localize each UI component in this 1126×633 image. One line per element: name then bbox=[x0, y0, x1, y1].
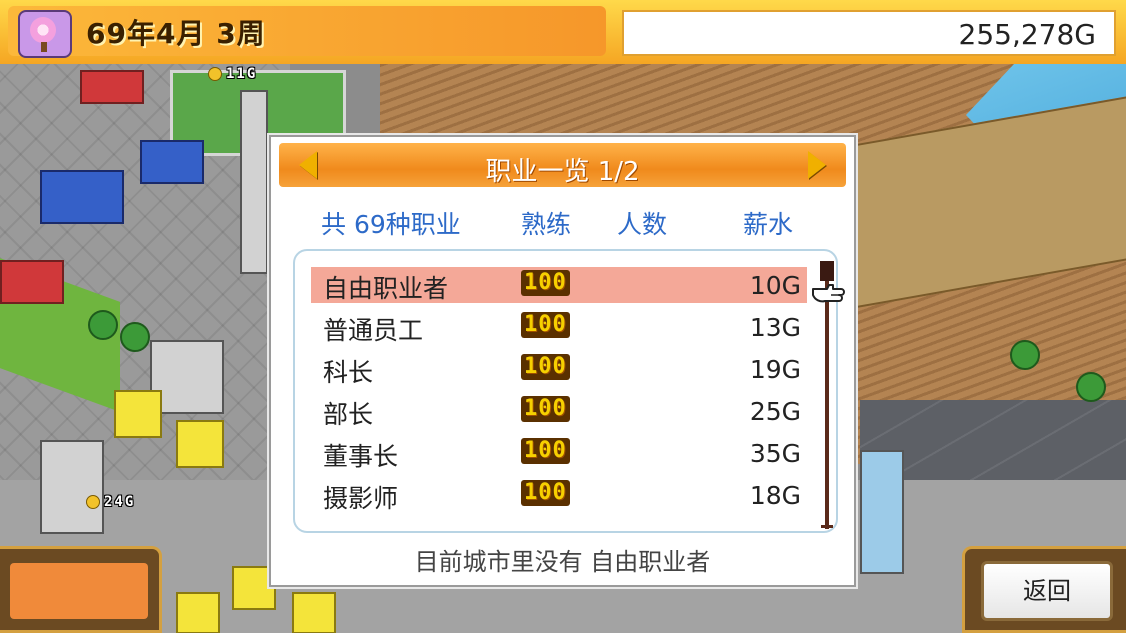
header-jobs-total: 共 69种职业 bbox=[321, 210, 461, 239]
date-panel: 69年4月 3周 bbox=[8, 6, 606, 58]
salary-value: 18G bbox=[749, 481, 801, 510]
salary-value: 13G bbox=[749, 313, 801, 342]
salary-value: 10G bbox=[749, 271, 801, 300]
tree bbox=[88, 310, 118, 340]
job-row[interactable]: 部长 100 25G bbox=[311, 393, 807, 429]
job-list[interactable]: 自由职业者 100 10G 普通员工 100 13G 科长 100 19G 部长… bbox=[293, 249, 845, 533]
tree bbox=[1076, 372, 1106, 402]
skill-value: 100 bbox=[521, 354, 570, 380]
coin-icon bbox=[208, 67, 222, 81]
game-date: 69年4月 3周 bbox=[86, 17, 266, 50]
glass-tower[interactable] bbox=[860, 450, 904, 574]
office-building[interactable] bbox=[40, 440, 104, 534]
tower-building[interactable] bbox=[240, 90, 268, 274]
scrollbar-end bbox=[821, 525, 833, 528]
job-name: 科长 bbox=[323, 358, 374, 387]
job-row[interactable]: 普通员工 100 13G bbox=[311, 309, 807, 345]
column-headers: 共 69种职业 熟练 人数 薪水 bbox=[271, 201, 858, 241]
coin-income-label: 24G bbox=[86, 494, 135, 510]
money-panel: 255,278G bbox=[622, 10, 1116, 56]
back-button[interactable]: 返回 bbox=[981, 561, 1113, 621]
job-name: 董事长 bbox=[323, 442, 399, 471]
cherry-blossom-icon bbox=[18, 10, 72, 58]
red-roof-house[interactable] bbox=[0, 260, 64, 304]
header-count: 人数 bbox=[617, 210, 668, 239]
skill-value: 100 bbox=[521, 480, 570, 506]
blue-roof-building[interactable] bbox=[140, 140, 204, 184]
blue-roof-building[interactable] bbox=[40, 170, 124, 224]
salary-value: 25G bbox=[749, 397, 801, 426]
back-button-frame: 返回 bbox=[962, 546, 1126, 633]
job-row-selected[interactable]: 自由职业者 100 10G bbox=[311, 267, 807, 303]
coin-income-value: 24G bbox=[104, 494, 136, 510]
scrollbar-thumb[interactable] bbox=[820, 261, 834, 281]
coin-icon bbox=[86, 495, 100, 509]
salary-value: 19G bbox=[749, 355, 801, 384]
job-row[interactable]: 科长 100 19G bbox=[311, 351, 807, 387]
tree bbox=[120, 322, 150, 352]
skill-value: 100 bbox=[521, 270, 570, 296]
job-list-dialog: 职业一览 1/2 共 69种职业 熟练 人数 薪水 自由职业者 100 10G … bbox=[269, 135, 856, 587]
skill-value: 100 bbox=[521, 438, 570, 464]
status-message: 目前城市里没有 自由职业者 bbox=[414, 548, 711, 576]
salary-value: 35G bbox=[749, 439, 801, 468]
top-bar: 69年4月 3周 255,278G bbox=[0, 0, 1126, 64]
skill-value: 100 bbox=[521, 312, 570, 338]
skill-value: 100 bbox=[521, 396, 570, 422]
header-salary: 薪水 bbox=[743, 210, 794, 239]
coin-income-label: 11G bbox=[208, 66, 257, 82]
info-box-panel bbox=[10, 563, 148, 619]
money-amount: 255,278G bbox=[958, 18, 1096, 51]
job-name: 自由职业者 bbox=[323, 274, 449, 303]
job-name: 普通员工 bbox=[323, 316, 424, 345]
yellow-block[interactable] bbox=[176, 420, 224, 468]
job-row[interactable]: 董事长 100 35G bbox=[311, 435, 807, 471]
job-name: 部长 bbox=[323, 400, 374, 429]
header-skill: 熟练 bbox=[521, 210, 572, 239]
arrow-right-icon[interactable] bbox=[808, 151, 826, 179]
coin-income-value: 11G bbox=[226, 66, 258, 82]
red-roof-house[interactable] bbox=[80, 70, 144, 104]
tree bbox=[1010, 340, 1040, 370]
yellow-block[interactable] bbox=[292, 592, 336, 633]
job-name: 摄影师 bbox=[323, 484, 399, 513]
info-box bbox=[0, 546, 162, 633]
dialog-title: 职业一览 1/2 bbox=[485, 157, 640, 187]
dialog-header: 职业一览 1/2 bbox=[279, 143, 846, 187]
yellow-block[interactable] bbox=[114, 390, 162, 438]
yellow-block[interactable] bbox=[176, 592, 220, 633]
pointing-hand-icon bbox=[812, 284, 845, 303]
job-row[interactable]: 摄影师 100 18G bbox=[311, 477, 807, 513]
